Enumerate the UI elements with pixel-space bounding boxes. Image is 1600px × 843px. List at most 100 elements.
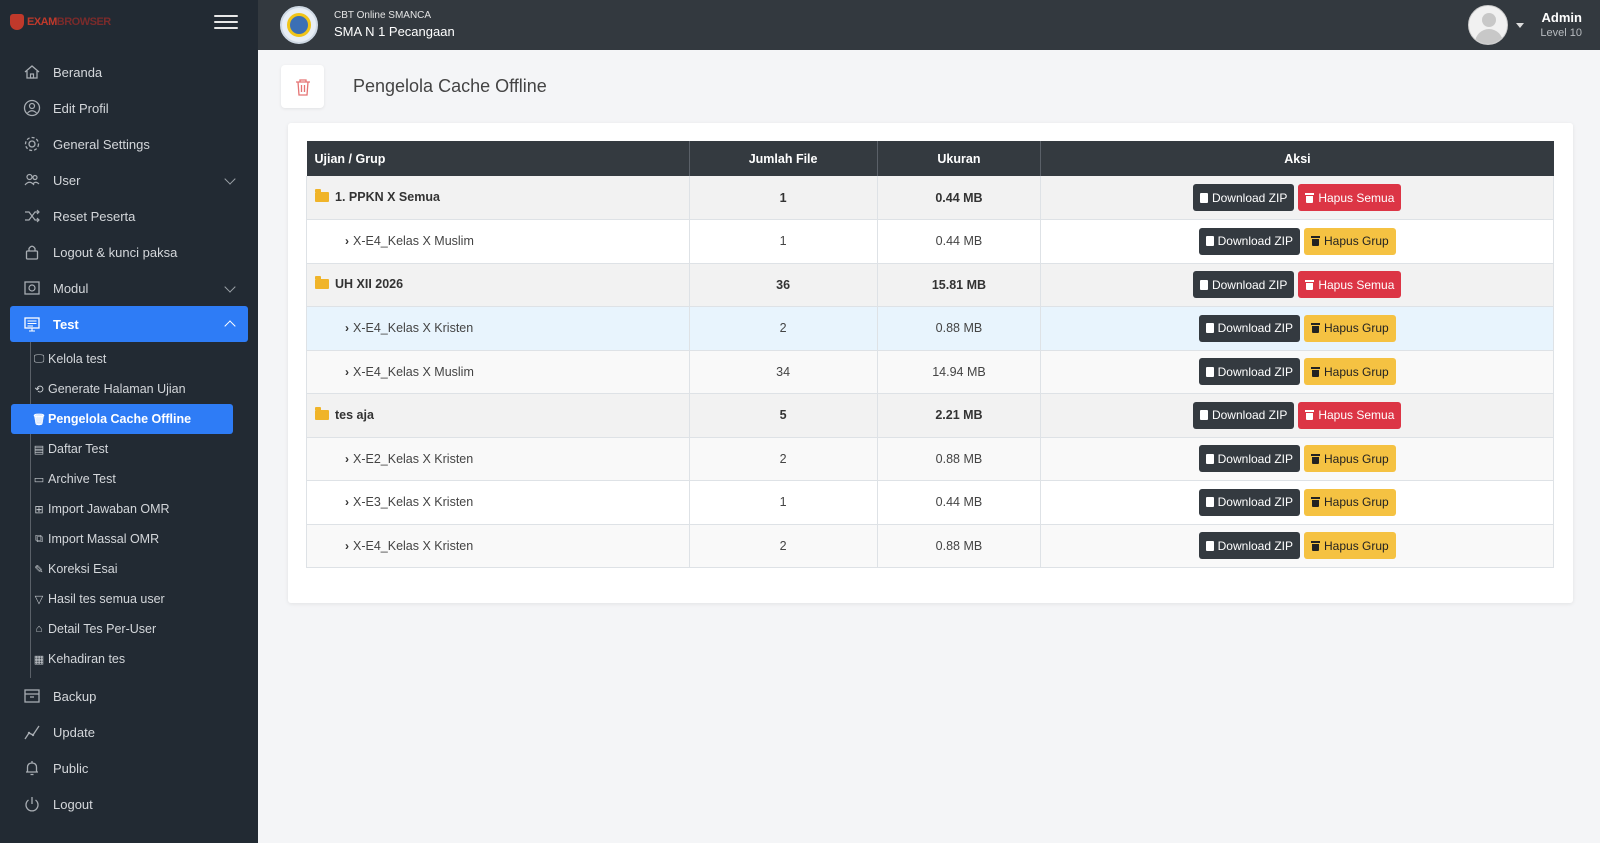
submenu-item-koreksi-esai[interactable]: ✎ Koreksi Esai bbox=[31, 554, 258, 584]
submenu-item-generate-halaman-ujian[interactable]: ⟲ Generate Halaman Ujian bbox=[31, 374, 258, 404]
submenu-item-pengelola-cache-offline[interactable]: 🗑 Pengelola Cache Offline bbox=[11, 404, 233, 434]
sidebar-menu: Beranda Edit Profil General Settings Use… bbox=[0, 44, 258, 822]
file-count: 1 bbox=[689, 219, 878, 264]
hapus-grup-button[interactable]: Hapus Grup bbox=[1304, 532, 1396, 560]
download-zip-button[interactable]: Download ZIP bbox=[1198, 532, 1301, 560]
table-row-child: › X-E3_Kelas X Kristen 1 0.44 MB Download… bbox=[306, 480, 1554, 525]
submenu-item-detail-tes-per-user[interactable]: ⌂ Detail Tes Per-User bbox=[31, 614, 258, 644]
hapus-grup-button[interactable]: Hapus Grup bbox=[1304, 445, 1396, 473]
page-title: Pengelola Cache Offline bbox=[353, 76, 547, 96]
cache-card: Ujian / Grup Jumlah File Ukuran Aksi 1. … bbox=[288, 123, 1573, 603]
sidebar-item-label: Public bbox=[53, 760, 89, 776]
user-menu[interactable]: Admin Level 10 bbox=[1468, 0, 1582, 50]
table-row-child: › X-E2_Kelas X Kristen 2 0.88 MB Download… bbox=[306, 437, 1554, 481]
attendance-icon: ▦ bbox=[33, 653, 45, 666]
avatar[interactable] bbox=[1468, 5, 1509, 45]
download-zip-button[interactable]: Download ZIP bbox=[1198, 314, 1301, 342]
sidebar-item-general-settings[interactable]: General Settings bbox=[10, 126, 248, 162]
user-name: Admin bbox=[1541, 9, 1582, 25]
button-label: Hapus Semua bbox=[1318, 408, 1395, 423]
submenu-label: Archive Test bbox=[48, 472, 116, 486]
hapus-grup-button[interactable]: Hapus Grup bbox=[1304, 314, 1396, 342]
column-header-ujian-grup: Ujian / Grup bbox=[306, 141, 690, 176]
file-size: 0.88 MB bbox=[877, 306, 1042, 351]
sidebar-item-update[interactable]: Update bbox=[10, 714, 248, 750]
trash-icon bbox=[1311, 366, 1321, 377]
file-size: 15.81 MB bbox=[877, 263, 1042, 307]
sidebar-item-modul[interactable]: Modul bbox=[10, 270, 248, 306]
sidebar-item-test[interactable]: Test bbox=[10, 306, 248, 342]
submenu-item-kelola-test[interactable]: 🖵 Kelola test bbox=[31, 344, 258, 374]
download-zip-button[interactable]: Download ZIP bbox=[1198, 227, 1301, 255]
user-level: Level 10 bbox=[1540, 27, 1582, 40]
hamburger-menu-icon[interactable] bbox=[214, 15, 238, 29]
button-label: Download ZIP bbox=[1217, 321, 1294, 336]
group-name: UH XII 2026 bbox=[335, 277, 404, 292]
submenu-label: Import Massal OMR bbox=[48, 532, 160, 546]
sidebar-item-beranda[interactable]: Beranda bbox=[10, 54, 248, 90]
trash-icon bbox=[1311, 540, 1321, 551]
hapus-grup-button[interactable]: Hapus Grup bbox=[1304, 358, 1396, 386]
download-zip-button[interactable]: Download ZIP bbox=[1198, 488, 1301, 516]
file-size: 0.44 MB bbox=[877, 219, 1042, 264]
button-label: Download ZIP bbox=[1217, 451, 1294, 466]
hapus-semua-button[interactable]: Hapus Semua bbox=[1298, 184, 1402, 211]
shuffle-icon bbox=[22, 206, 42, 226]
download-zip-button[interactable]: Download ZIP bbox=[1192, 184, 1295, 211]
hapus-semua-button[interactable]: Hapus Semua bbox=[1298, 401, 1402, 429]
download-zip-button[interactable]: Download ZIP bbox=[1192, 271, 1295, 299]
sidebar-item-backup[interactable]: Backup bbox=[10, 678, 248, 714]
submenu-item-hasil-tes-semua-user[interactable]: ▽ Hasil tes semua user bbox=[31, 584, 258, 614]
users-icon bbox=[22, 170, 42, 190]
sidebar-item-edit-profil[interactable]: Edit Profil bbox=[10, 90, 248, 126]
file-icon bbox=[1205, 236, 1214, 247]
submenu-label: Generate Halaman Ujian bbox=[48, 382, 186, 396]
sidebar-item-logout-kunci-paksa[interactable]: Logout & kunci paksa bbox=[10, 234, 248, 270]
download-zip-button[interactable]: Download ZIP bbox=[1198, 358, 1301, 386]
chevron-down-icon bbox=[224, 281, 236, 293]
group-name: X-E4_Kelas X Muslim bbox=[353, 234, 474, 249]
edit-icon: ✎ bbox=[34, 563, 44, 576]
sidebar-item-label: Modul bbox=[53, 280, 89, 296]
sidebar-item-label: Beranda bbox=[53, 64, 103, 80]
monitor-icon bbox=[22, 314, 42, 334]
submenu-item-archive-test[interactable]: ▭ Archive Test bbox=[31, 464, 258, 494]
submenu-item-import-massal-omr[interactable]: ⧉ Import Massal OMR bbox=[31, 524, 258, 554]
button-label: Hapus Grup bbox=[1324, 364, 1389, 379]
sidebar-item-user[interactable]: User bbox=[10, 162, 248, 198]
trash-icon bbox=[1311, 453, 1321, 464]
lock-icon bbox=[22, 242, 42, 262]
submenu-item-daftar-test[interactable]: ▤ Daftar Test bbox=[31, 434, 258, 464]
monitor-icon: 🖵 bbox=[33, 352, 45, 365]
group-name: X-E4_Kelas X Kristen bbox=[353, 321, 474, 336]
download-zip-button[interactable]: Download ZIP bbox=[1192, 401, 1295, 429]
sidebar-item-logout[interactable]: Logout bbox=[10, 786, 248, 822]
caret-down-icon[interactable] bbox=[1516, 22, 1525, 28]
download-zip-button[interactable]: Download ZIP bbox=[1198, 445, 1301, 473]
file-count: 2 bbox=[689, 437, 878, 481]
button-label: Download ZIP bbox=[1211, 190, 1288, 205]
school-logo bbox=[280, 6, 318, 44]
school-info: CBT Online SMANCA SMA N 1 Pecangaan bbox=[334, 9, 455, 40]
sidebar-item-reset-peserta[interactable]: Reset Peserta bbox=[10, 198, 248, 234]
column-header-aksi: Aksi bbox=[1040, 141, 1554, 176]
button-label: Download ZIP bbox=[1217, 364, 1294, 379]
group-name: X-E4_Kelas X Muslim bbox=[353, 364, 474, 379]
sidebar-item-public[interactable]: Public bbox=[10, 750, 248, 786]
gear-icon bbox=[22, 134, 42, 154]
hapus-semua-button[interactable]: Hapus Semua bbox=[1298, 271, 1402, 299]
hapus-grup-button[interactable]: Hapus Grup bbox=[1304, 227, 1396, 255]
brand-logo[interactable]: EXAMBROWSER bbox=[10, 14, 111, 30]
hapus-grup-button[interactable]: Hapus Grup bbox=[1304, 488, 1396, 516]
group-name: 1. PPKN X Semua bbox=[335, 190, 440, 204]
sidebar-item-label: General Settings bbox=[53, 136, 150, 152]
file-size: 0.44 MB bbox=[877, 480, 1042, 525]
button-label: Download ZIP bbox=[1211, 408, 1288, 423]
submenu-item-import-jawaban-omr[interactable]: ⊞ Import Jawaban OMR bbox=[31, 494, 258, 524]
file-size: 0.44 MB bbox=[877, 176, 1042, 220]
table-row-group: 1. PPKN X Semua 1 0.44 MB Download ZIP H… bbox=[306, 176, 1554, 220]
button-label: Download ZIP bbox=[1217, 495, 1294, 510]
submenu-item-kehadiran-tes[interactable]: ▦ Kehadiran tes bbox=[31, 644, 258, 674]
file-icon bbox=[1205, 540, 1214, 551]
trash-icon bbox=[1305, 279, 1315, 290]
